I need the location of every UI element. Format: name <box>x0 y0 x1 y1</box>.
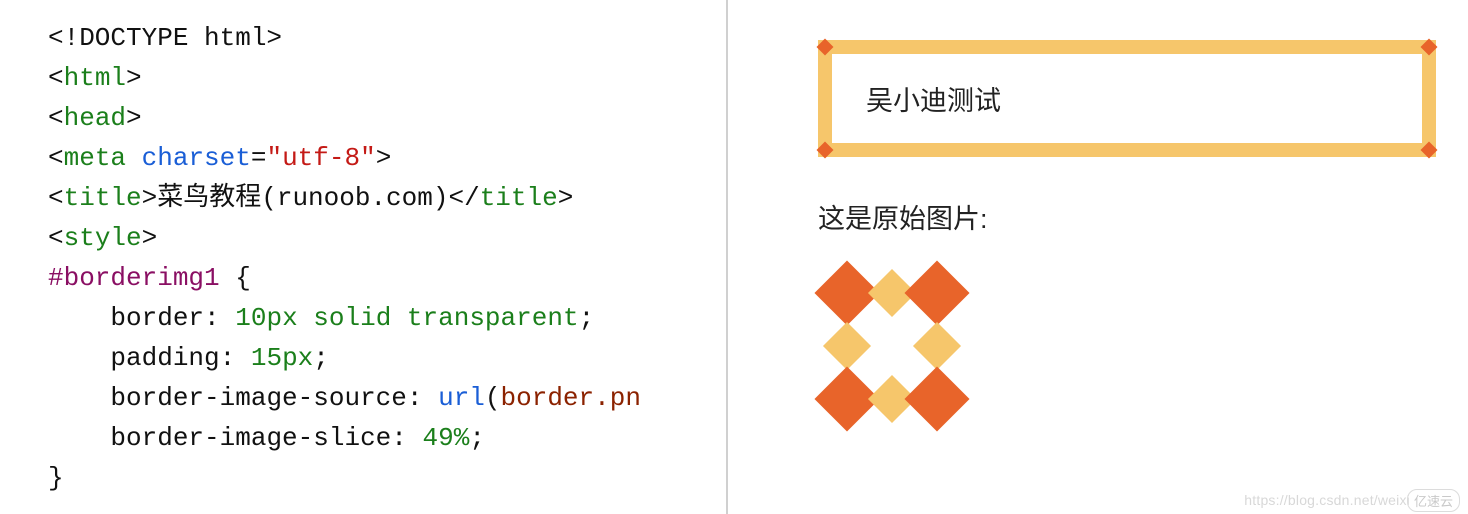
punct: > <box>376 143 392 173</box>
indent <box>48 303 110 333</box>
diamond-icon <box>904 366 969 431</box>
val-49pct: 49% <box>423 423 470 453</box>
semi: ; <box>313 343 329 373</box>
space <box>298 303 314 333</box>
semi: ; <box>469 423 485 453</box>
fn-url: url <box>438 383 485 413</box>
demo-text: 吴小迪测试 <box>866 86 1001 116</box>
space <box>126 143 142 173</box>
colon: : <box>407 383 438 413</box>
punct: > <box>142 183 158 213</box>
prop-border-image-source: border-image-source <box>110 383 406 413</box>
punct: </ <box>448 183 479 213</box>
original-border-image <box>820 266 960 426</box>
code-block: <!DOCTYPE html> <html> <head> <meta char… <box>48 18 726 498</box>
tag-head: head <box>64 103 126 133</box>
border-image-demo: 吴小迪测试 <box>818 40 1436 157</box>
val-15px: 15px <box>251 343 313 373</box>
semi: ; <box>579 303 595 333</box>
brace-open: { <box>220 263 251 293</box>
corner-diamond-icon <box>1421 142 1438 159</box>
tag-style: style <box>64 223 142 253</box>
colon: : <box>391 423 422 453</box>
attr-charset: charset <box>142 143 251 173</box>
indent <box>48 383 110 413</box>
paren: ( <box>485 383 501 413</box>
punct: < <box>48 223 64 253</box>
corner-diamond-icon <box>817 142 834 159</box>
tag-html: html <box>64 63 126 93</box>
original-image-caption: 这是原始图片: <box>818 197 1438 236</box>
preview-pane: 吴小迪测试 这是原始图片: https://blog.csdn.net/weix… <box>728 0 1468 514</box>
prop-border: border <box>110 303 204 333</box>
tag-title: title <box>64 183 142 213</box>
watermark-url: https://blog.csdn.net/weixi <box>1244 492 1410 508</box>
punct: < <box>48 63 64 93</box>
colon: : <box>204 303 235 333</box>
punct: < <box>48 183 64 213</box>
punct: > <box>126 103 142 133</box>
diamond-icon <box>913 322 961 370</box>
punct: > <box>558 183 574 213</box>
punct: > <box>126 63 142 93</box>
brace-close: } <box>48 463 64 493</box>
val-transparent: transparent <box>407 303 579 333</box>
diamond-icon <box>904 260 969 325</box>
space <box>391 303 407 333</box>
tag-meta: meta <box>64 143 126 173</box>
url-arg: border.pn <box>501 383 641 413</box>
prop-border-image-slice: border-image-slice <box>110 423 391 453</box>
two-column-layout: <!DOCTYPE html> <html> <head> <meta char… <box>0 0 1468 514</box>
code-pane: <!DOCTYPE html> <html> <head> <meta char… <box>0 0 728 514</box>
indent <box>48 343 110 373</box>
prop-padding: padding <box>110 343 219 373</box>
css-selector: #borderimg1 <box>48 263 220 293</box>
punct: < <box>48 143 64 173</box>
diamond-icon <box>823 322 871 370</box>
tag-title-close: title <box>480 183 558 213</box>
val-solid: solid <box>313 303 391 333</box>
str-utf8: "utf-8" <box>266 143 375 173</box>
punct: < <box>48 103 64 133</box>
watermark-brand: 亿速云 <box>1407 489 1460 512</box>
punct: > <box>142 223 158 253</box>
indent <box>48 423 110 453</box>
punct: = <box>251 143 267 173</box>
colon: : <box>220 343 251 373</box>
title-text: 菜鸟教程(runoob.com) <box>157 183 448 213</box>
code-doctype: <!DOCTYPE html> <box>48 23 282 53</box>
val-10px: 10px <box>235 303 297 333</box>
